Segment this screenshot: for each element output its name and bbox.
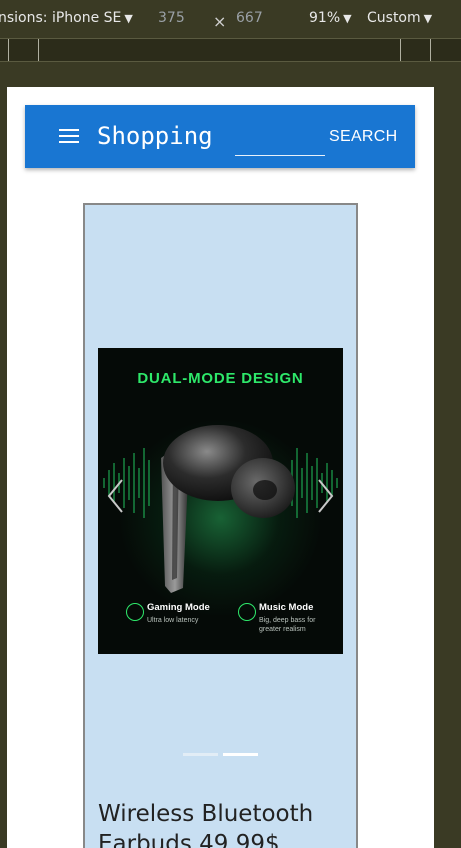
gaming-mode-description: Ultra low latency — [147, 617, 199, 624]
product-image: DUAL-MODE DESIGN Gaming Mode Ultra low l… — [98, 348, 343, 654]
gaming-mode-title: Gaming Mode — [147, 602, 210, 613]
menu-icon[interactable] — [59, 129, 79, 143]
device-selector[interactable]: nsions: iPhone SE ▼ — [0, 10, 133, 26]
ruler-tick — [38, 39, 39, 61]
carousel-indicators — [183, 753, 263, 757]
throttle-label: Custom — [367, 10, 421, 26]
product-title: Wireless Bluetooth Earbuds 49.99$ — [98, 801, 314, 848]
chevron-down-icon: ▼ — [343, 12, 352, 25]
ruler-tick — [430, 39, 431, 61]
app-bar: Shopping SEARCH — [25, 105, 415, 168]
zoom-selector[interactable]: 91% ▼ — [309, 10, 352, 26]
earbud-image — [161, 425, 295, 593]
ruler-tick — [8, 39, 9, 61]
ruler-tick — [400, 39, 401, 61]
music-mode-title: Music Mode — [259, 602, 314, 613]
music-mode-description: Big, deep bass for greater realism — [259, 617, 316, 633]
chevron-down-icon: ▼ — [124, 12, 133, 25]
chevron-down-icon: ▼ — [423, 12, 433, 25]
carousel-indicator[interactable] — [183, 753, 218, 756]
app-title: Shopping — [97, 122, 213, 150]
music-note-icon — [238, 603, 256, 621]
gamepad-icon — [126, 603, 144, 621]
devtools-toolbar: nsions: iPhone SE ▼ 375 × 667 91% ▼ Custom… — [0, 0, 461, 38]
product-card: DUAL-MODE DESIGN Gaming Mode Ultra low l… — [83, 203, 358, 848]
device-viewport: Shopping SEARCH DUAL-MODE DESIGN Gaming … — [7, 87, 434, 848]
zoom-label: 91% — [309, 10, 341, 26]
device-label: nsions: iPhone SE — [0, 10, 122, 26]
search-input[interactable] — [235, 129, 325, 156]
viewport-width-input[interactable]: 375 — [158, 10, 185, 26]
image-heading: DUAL-MODE DESIGN — [137, 370, 304, 387]
viewport-height-input[interactable]: 667 — [236, 10, 263, 26]
carousel-next-arrow-icon[interactable] — [313, 476, 337, 516]
carousel-indicator-active[interactable] — [223, 753, 258, 756]
throttle-selector[interactable]: Custom ▼ — [367, 10, 432, 26]
dimension-separator: × — [213, 12, 227, 31]
search-button[interactable]: SEARCH — [325, 123, 401, 151]
media-query-ruler[interactable] — [0, 38, 461, 62]
carousel-prev-arrow-icon[interactable] — [104, 476, 128, 516]
